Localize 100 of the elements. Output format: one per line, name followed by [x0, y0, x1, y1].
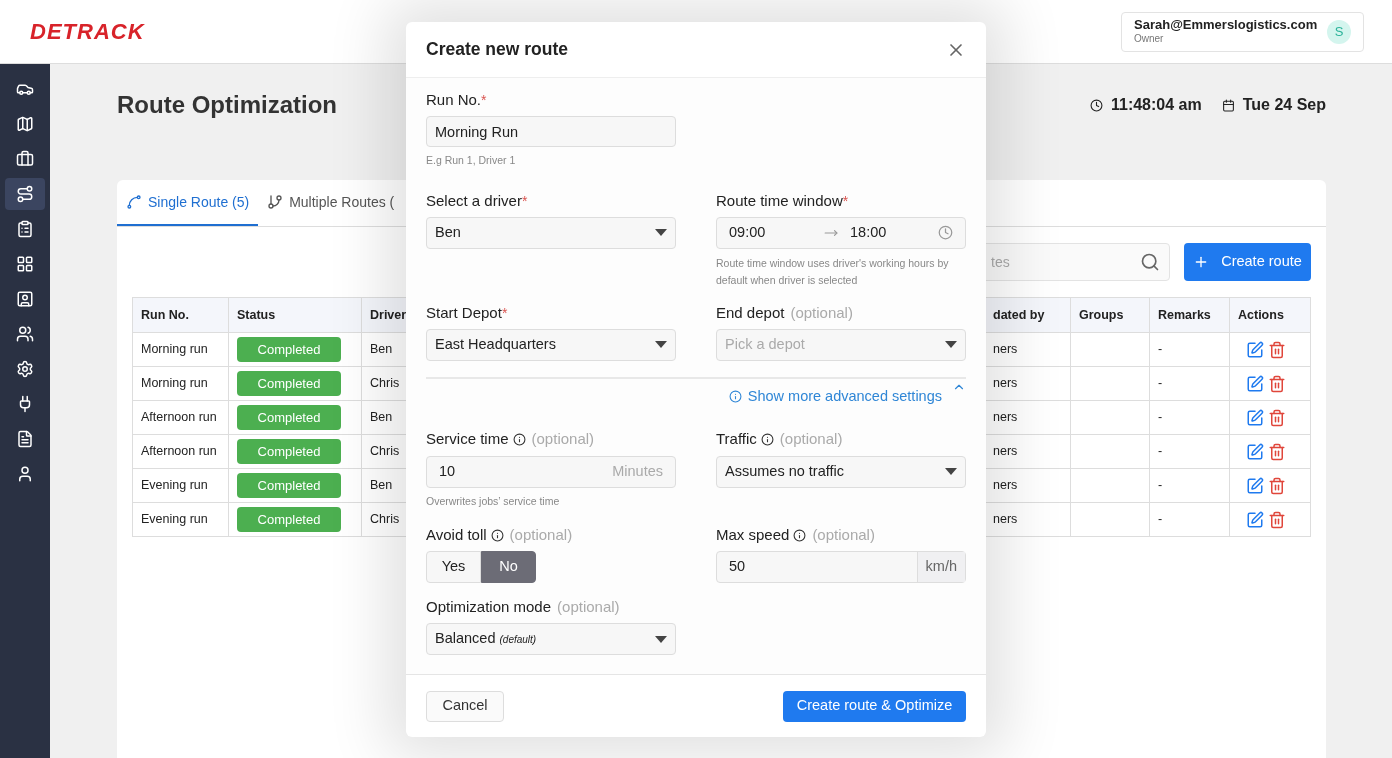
info-icon[interactable] [512, 433, 526, 446]
field-label: Avoid toll [426, 525, 487, 545]
curve-icon [126, 194, 142, 210]
sidebar-item[interactable] [5, 178, 45, 210]
table-cell-text: ners [992, 511, 1019, 529]
table-cell: - [1149, 401, 1229, 434]
start-depot-select[interactable]: East Headquarters [426, 328, 676, 361]
required-mark: * [501, 303, 508, 323]
field-label: Optimization mode [426, 597, 552, 617]
optional-note: (optional) [509, 525, 573, 545]
table-cell-text: ners [992, 477, 1019, 495]
user-icon [16, 465, 34, 483]
clock-icon [938, 225, 953, 241]
caret-icon [945, 468, 957, 475]
table-cell-text: Ben [369, 341, 394, 359]
calendar-icon [1221, 98, 1235, 112]
table-cell-text: Ben [369, 409, 394, 427]
table-cell-text: ners [992, 341, 1019, 359]
edit-icon[interactable] [1246, 510, 1264, 529]
status-badge: Completed [237, 473, 341, 498]
briefcase-icon [16, 150, 34, 168]
field-label: Start Depot [426, 302, 502, 323]
optional-note: (optional) [790, 302, 853, 323]
optional-note: (optional) [812, 525, 875, 545]
field-label: Service time [426, 429, 509, 450]
table-cell: - [1149, 503, 1229, 536]
delete-icon[interactable] [1268, 374, 1286, 393]
toggle-option[interactable]: No [481, 551, 536, 584]
table-cell: - [1149, 435, 1229, 468]
field-label: Route time window [716, 190, 843, 211]
max-speed-field[interactable]: 50 km/h [716, 551, 966, 584]
delete-icon[interactable] [1268, 510, 1286, 529]
table-cell-text: ners [992, 443, 1019, 461]
table-cell: Afternoon run [133, 435, 229, 468]
clipboard-icon [16, 220, 34, 238]
dialog-title: Create new route [426, 38, 568, 62]
help-text: Overwrites jobs’ service time [426, 493, 561, 509]
edit-icon[interactable] [1246, 408, 1264, 427]
column-header: dated by [992, 306, 1046, 324]
table-cell: Evening run [133, 469, 229, 502]
column-header: Remarks [1149, 298, 1229, 332]
edit-icon[interactable] [1246, 442, 1264, 461]
table-cell-text: Chris [369, 511, 401, 529]
service-time-field[interactable]: 10 Minutes [426, 455, 676, 488]
column-header: Actions [1229, 298, 1310, 332]
required-mark: * [481, 91, 487, 110]
table-cell: - [1149, 333, 1229, 366]
page-title: Route Optimization [117, 90, 337, 120]
delete-icon[interactable] [1268, 442, 1286, 461]
tab[interactable]: Multiple Routes ( [258, 180, 404, 226]
table-cell: - [1149, 469, 1229, 502]
info-icon[interactable] [793, 528, 807, 542]
document-icon [16, 430, 34, 448]
delete-icon[interactable] [1268, 408, 1286, 427]
users-icon [16, 325, 34, 343]
table-cell-text: ners [992, 409, 1019, 427]
edit-icon[interactable] [1246, 476, 1264, 495]
delete-icon[interactable] [1268, 340, 1286, 359]
toggle-option[interactable]: Yes [426, 551, 481, 584]
optional-note: (optional) [557, 597, 620, 617]
search-icon[interactable] [1140, 252, 1160, 272]
field-label: Select a driver [426, 190, 522, 211]
caret-icon [655, 635, 667, 643]
info-icon[interactable] [760, 433, 774, 446]
table-cell: - [1149, 367, 1229, 400]
field-label: Run No. [426, 89, 482, 110]
field-label: Traffic [716, 429, 757, 450]
tab[interactable]: Single Route (5) [117, 180, 259, 226]
help-text: E.g Run 1, Driver 1 [426, 153, 517, 168]
create-route-button[interactable]: Create route [1184, 243, 1311, 281]
delete-icon[interactable] [1268, 476, 1286, 495]
optional-note: (optional) [531, 429, 595, 450]
cancel-button[interactable]: Cancel [426, 690, 504, 722]
user-card[interactable]: Sarah@Emmerslogistics.com Owner S [1121, 11, 1364, 52]
field-label: End depot [716, 302, 785, 323]
status-badge: Completed [237, 439, 341, 464]
contact-card-icon [16, 290, 34, 308]
edit-icon[interactable] [1246, 374, 1264, 393]
logo[interactable]: DETRACK [30, 15, 145, 48]
advanced-settings-toggle[interactable]: Show more advanced settings [728, 385, 966, 408]
time-range-field[interactable]: 09:00 18:00 [716, 216, 966, 249]
optimization-mode-select[interactable]: Balanced (default) [426, 623, 676, 656]
caret-icon [655, 229, 667, 237]
status-badge: Completed [237, 507, 341, 532]
current-date: Tue 24 Sep [1242, 95, 1326, 115]
status-badge: Completed [237, 405, 341, 430]
create-route-optimize-button[interactable]: Create route & Optimize [783, 690, 966, 722]
branch-icon [267, 194, 284, 210]
grid-icon [16, 255, 34, 273]
run-no-field[interactable]: Morning Run [426, 116, 676, 147]
avatar: S [1327, 19, 1351, 44]
table-cell: Evening run [133, 503, 229, 536]
column-header: Status [229, 298, 362, 332]
edit-icon[interactable] [1246, 340, 1264, 359]
user-role: Owner [1134, 33, 1165, 46]
info-icon[interactable] [490, 528, 504, 542]
optional-note: (optional) [779, 429, 843, 450]
driver-select[interactable]: Ben [426, 216, 676, 249]
traffic-select[interactable]: Assumes no traffic [716, 455, 966, 488]
table-cell: Morning run [133, 367, 229, 400]
